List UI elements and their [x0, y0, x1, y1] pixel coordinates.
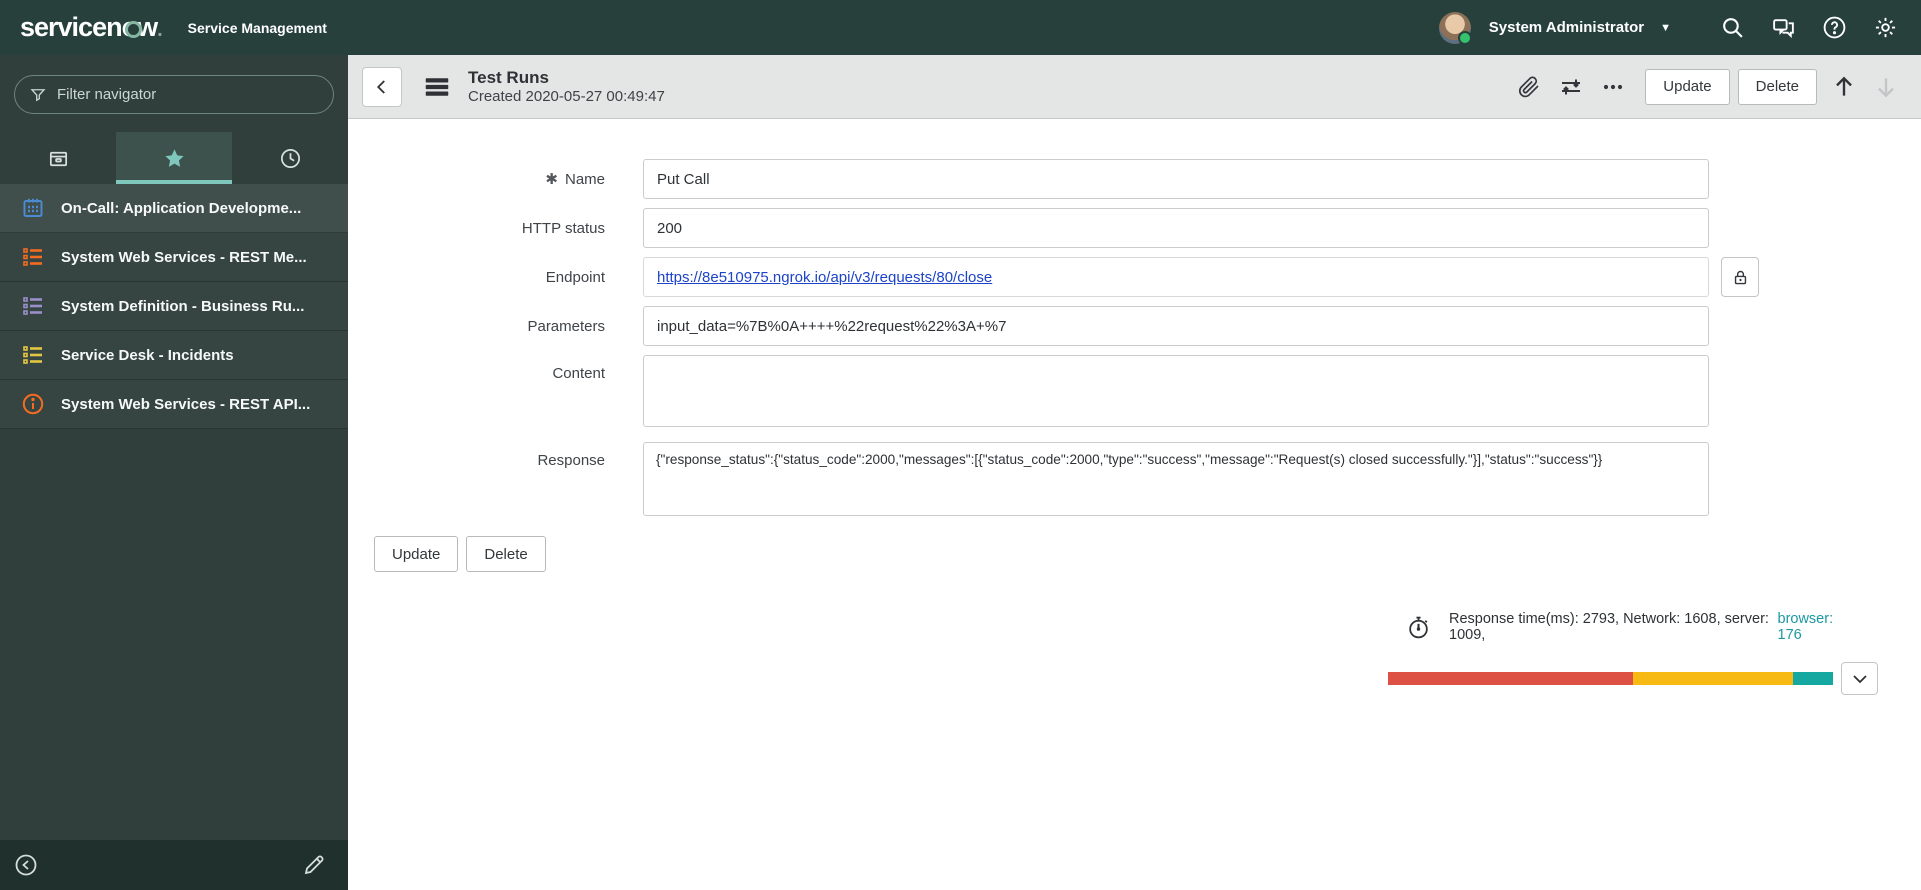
delete-button[interactable]: Delete: [1737, 68, 1817, 105]
field-row-parameters: Parameters: [348, 306, 1921, 346]
update-button-bottom[interactable]: Update: [374, 536, 459, 572]
list-icon: [20, 293, 46, 319]
collapse-sidebar-icon[interactable]: [14, 853, 38, 877]
stopwatch-icon: [1409, 616, 1428, 638]
browser-time-link[interactable]: browser: 176: [1778, 611, 1854, 643]
parameters-label: Parameters: [527, 317, 605, 335]
name-label: ✱ Name: [545, 170, 605, 189]
sidebar-item-incidents[interactable]: Service Desk - Incidents: [0, 331, 348, 380]
sidebar-item-business-rules[interactable]: System Definition - Business Ru...: [0, 282, 348, 331]
chevron-left-icon: [376, 79, 385, 94]
sidebar-item-label: System Web Services - REST API...: [61, 395, 311, 413]
expand-timing-button[interactable]: [1841, 662, 1878, 695]
chat-icon[interactable]: [1770, 14, 1797, 41]
update-button[interactable]: Update: [1645, 68, 1730, 105]
response-time-text: Response time(ms): 2793, Network: 1608, …: [1449, 611, 1769, 643]
sidebar: On-Call: Application Developme... System…: [0, 55, 348, 890]
sidebar-footer: [0, 840, 348, 890]
filter-navigator-box: [14, 75, 334, 114]
segment-browser: [1792, 672, 1833, 685]
search-icon[interactable]: [1719, 14, 1746, 41]
main-content: Test Runs Created 2020-05-27 00:49:47 Up…: [348, 55, 1921, 890]
field-row-http-status: HTTP status: [348, 208, 1921, 248]
response-time-summary: Response time(ms): 2793, Network: 1608, …: [1388, 611, 1878, 643]
topbar-right: System Administrator ▼: [1438, 11, 1899, 45]
field-row-endpoint: Endpoint https://8e510975.ngrok.io/api/v…: [348, 257, 1921, 297]
favorites-menu: On-Call: Application Developme... System…: [0, 184, 348, 429]
star-icon: [164, 148, 184, 167]
response-field[interactable]: {"response_status":{"status_code":2000,"…: [643, 442, 1709, 516]
tab-favorites[interactable]: [116, 132, 232, 184]
more-icon[interactable]: [1597, 71, 1629, 103]
record-form: ✱ Name HTTP status Endpoint https://8e51…: [348, 119, 1921, 572]
response-time-bar: [1388, 672, 1833, 685]
chevron-down-icon: [1852, 674, 1867, 683]
attachment-icon[interactable]: [1513, 71, 1545, 103]
endpoint-link[interactable]: https://8e510975.ngrok.io/api/v3/request…: [657, 269, 992, 286]
tab-all-applications[interactable]: [0, 132, 116, 184]
product-name: Service Management: [187, 19, 327, 36]
arrow-up-icon[interactable]: [1829, 72, 1859, 102]
info-icon: [20, 391, 46, 417]
segment-network: [1388, 672, 1633, 685]
sidebar-item-label: On-Call: Application Developme...: [61, 199, 302, 217]
http-status-field[interactable]: [643, 208, 1709, 248]
name-field[interactable]: [643, 159, 1709, 199]
servicenow-app: servicen o w. Service Management System Ad…: [0, 0, 1921, 890]
record-header: Test Runs Created 2020-05-27 00:49:47 Up…: [348, 55, 1921, 119]
filter-navigator-input[interactable]: [57, 86, 319, 103]
avatar[interactable]: [1438, 11, 1472, 45]
user-menu[interactable]: System Administrator: [1489, 19, 1644, 36]
sidebar-item-on-call[interactable]: On-Call: Application Developme...: [0, 184, 348, 233]
field-row-response: Response {"response_status":{"status_cod…: [348, 442, 1921, 516]
list-icon: [20, 342, 46, 368]
pencil-icon[interactable]: [302, 853, 326, 877]
field-row-content: Content: [348, 355, 1921, 427]
gear-icon[interactable]: [1872, 14, 1899, 41]
content-label: Content: [552, 365, 605, 382]
sidebar-item-label: System Web Services - REST Me...: [61, 248, 307, 266]
personalize-icon[interactable]: [1555, 71, 1587, 103]
response-label: Response: [537, 452, 605, 469]
calendar-icon: [20, 195, 46, 221]
sidebar-item-rest-api[interactable]: System Web Services - REST API...: [0, 380, 348, 429]
form-actions: Update Delete: [374, 536, 1921, 572]
endpoint-label: Endpoint: [545, 268, 605, 286]
unlock-endpoint-button[interactable]: [1721, 257, 1759, 297]
required-icon: ✱: [545, 171, 558, 188]
endpoint-field: https://8e510975.ngrok.io/api/v3/request…: [643, 257, 1709, 297]
list-icon: [20, 244, 46, 270]
hamburger-icon: [425, 77, 449, 96]
logo-o: o: [121, 12, 141, 42]
context-menu-button[interactable]: [420, 70, 454, 104]
sidebar-item-rest-messages[interactable]: System Web Services - REST Me...: [0, 233, 348, 282]
back-button[interactable]: [362, 66, 402, 107]
chevron-down-icon[interactable]: ▼: [1660, 22, 1671, 34]
http-status-label: HTTP status: [521, 219, 605, 237]
logo-text: servicen: [20, 12, 123, 42]
lock-icon: [1734, 270, 1746, 284]
parameters-field[interactable]: [643, 306, 1709, 346]
arrow-down-icon[interactable]: [1871, 72, 1901, 102]
box-icon: [49, 151, 67, 166]
field-row-name: ✱ Name: [348, 159, 1921, 199]
funnel-icon: [30, 88, 46, 101]
help-icon[interactable]: [1821, 14, 1848, 41]
sidebar-tabs: [0, 132, 348, 184]
clock-icon: [280, 148, 300, 168]
top-bar: servicen o w. Service Management System Ad…: [0, 0, 1921, 55]
sidebar-item-label: System Definition - Business Ru...: [61, 297, 305, 315]
tab-history[interactable]: [232, 132, 348, 184]
page-title: Test Runs: [468, 67, 549, 87]
record-created-timestamp: Created 2020-05-27 00:49:47: [468, 87, 665, 105]
response-time-widget: Response time(ms): 2793, Network: 1608, …: [1388, 611, 1878, 695]
delete-button-bottom[interactable]: Delete: [466, 536, 546, 572]
sidebar-item-label: Service Desk - Incidents: [61, 346, 234, 364]
content-field[interactable]: [643, 355, 1709, 427]
servicenow-logo: servicen o w.: [20, 12, 163, 42]
segment-server: [1632, 672, 1793, 685]
